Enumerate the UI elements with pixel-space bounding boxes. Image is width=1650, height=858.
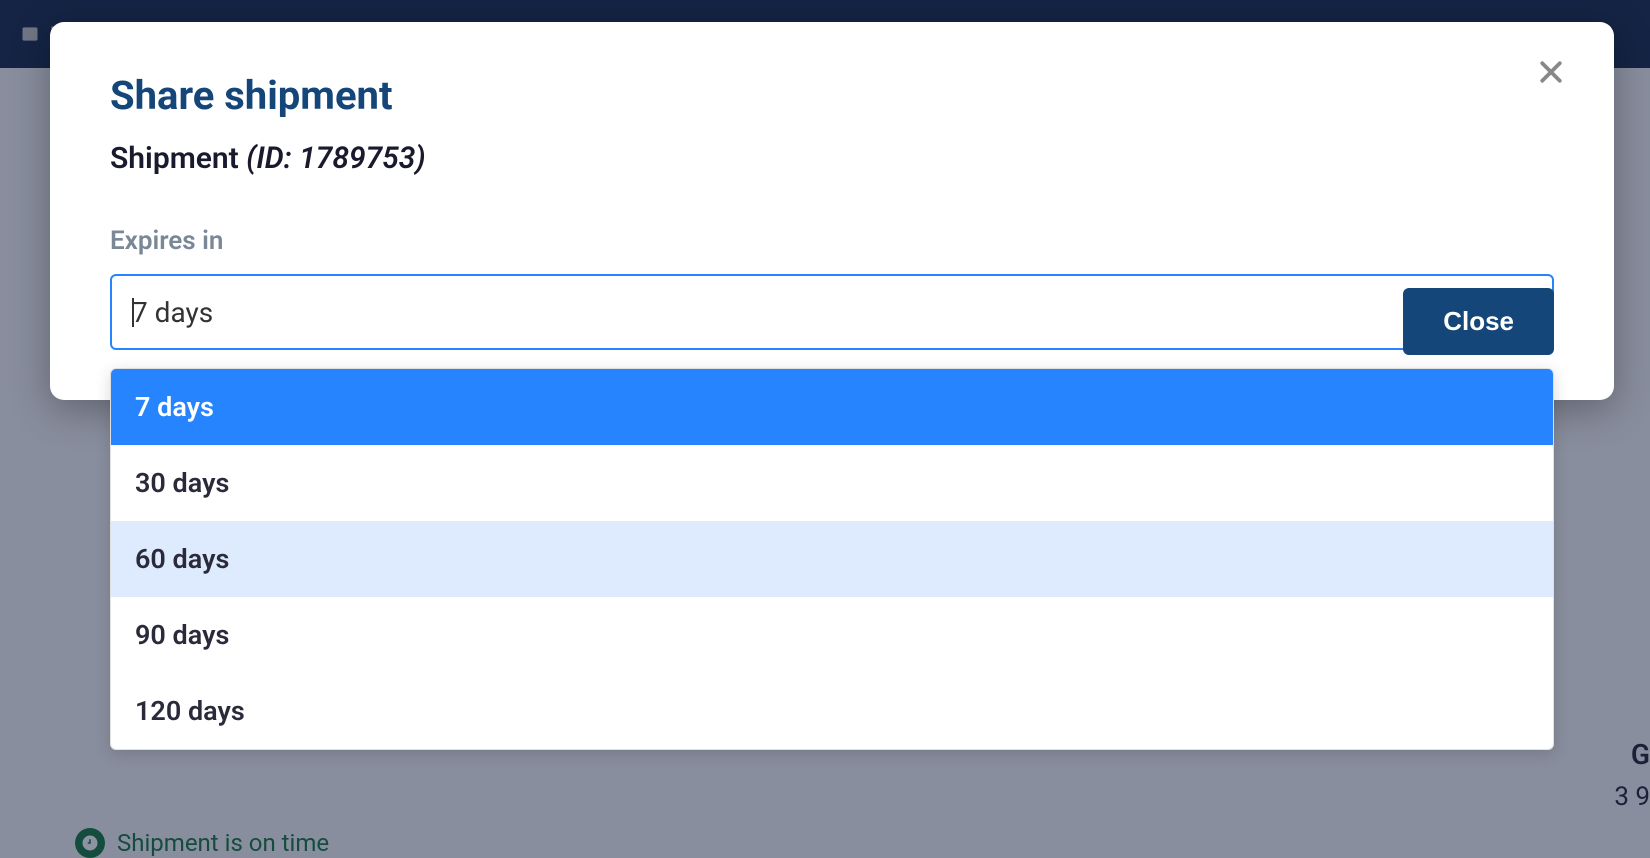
modal-subtitle: Shipment (ID: 1789753) xyxy=(110,141,1554,176)
dropdown-option[interactable]: 30 days xyxy=(111,445,1553,521)
dropdown-option[interactable]: 7 days xyxy=(111,369,1553,445)
expires-label: Expires in xyxy=(110,226,1554,256)
expires-dropdown: 7 days30 days60 days90 days120 days xyxy=(110,368,1554,750)
expires-select[interactable]: 7 days xyxy=(110,274,1554,350)
close-icon[interactable] xyxy=(1536,57,1566,91)
dropdown-option[interactable]: 60 days xyxy=(111,521,1553,597)
dropdown-option[interactable]: 120 days xyxy=(111,673,1553,749)
shipment-id: (ID: 1789753) xyxy=(246,141,425,176)
modal-title: Share shipment xyxy=(110,72,1554,119)
select-value: 7 days xyxy=(132,296,1471,329)
text-cursor xyxy=(132,298,134,327)
share-shipment-modal: Share shipment Shipment (ID: 1789753) Ex… xyxy=(50,22,1614,400)
dropdown-option[interactable]: 90 days xyxy=(111,597,1553,673)
close-button[interactable]: Close xyxy=(1403,288,1554,355)
subtitle-prefix: Shipment xyxy=(110,141,246,176)
